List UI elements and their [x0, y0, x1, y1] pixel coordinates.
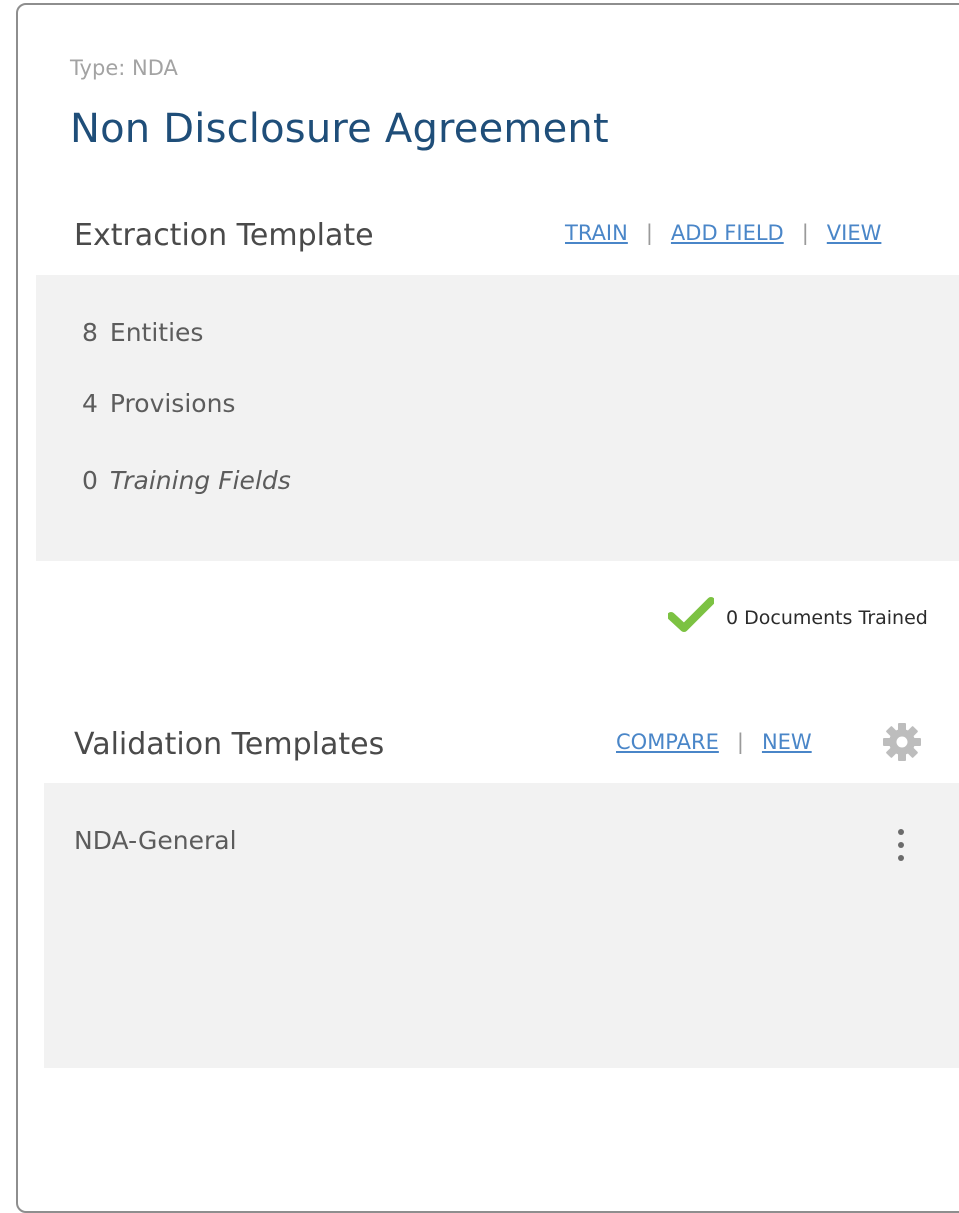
kebab-menu-icon[interactable]: [892, 827, 910, 865]
count-value: 4: [82, 389, 98, 418]
gear-icon[interactable]: [882, 722, 922, 762]
new-link[interactable]: NEW: [762, 730, 812, 754]
count-label: Entities: [109, 318, 204, 347]
documents-trained-text: 0 Documents Trained: [726, 606, 928, 629]
count-label: Provisions: [109, 389, 236, 418]
count-value: 8: [82, 318, 98, 347]
count-entities: 8 Entities: [82, 318, 203, 347]
separator: |: [645, 221, 653, 245]
checkmark-icon: [667, 597, 715, 638]
separator: |: [736, 730, 744, 754]
train-link[interactable]: TRAIN: [565, 221, 628, 245]
count-label: Training Fields: [109, 466, 291, 495]
extraction-template-title: Extraction Template: [74, 218, 374, 253]
compare-link[interactable]: COMPARE: [616, 730, 719, 754]
extraction-actions: TRAIN | ADD FIELD | VIEW: [565, 221, 881, 245]
validation-template-name[interactable]: NDA-General: [74, 826, 237, 855]
count-training-fields: 0 Training Fields: [82, 466, 291, 495]
documents-trained-status: 0 Documents Trained: [667, 597, 928, 638]
separator: |: [801, 221, 809, 245]
add-field-link[interactable]: ADD FIELD: [671, 221, 784, 245]
validation-actions: COMPARE | NEW: [616, 730, 812, 754]
count-value: 0: [82, 466, 98, 495]
view-link[interactable]: VIEW: [827, 221, 882, 245]
document-title: Non Disclosure Agreement: [70, 106, 609, 152]
count-provisions: 4 Provisions: [82, 389, 235, 418]
document-type-label: Type: NDA: [70, 56, 178, 80]
validation-templates-title: Validation Templates: [74, 727, 385, 762]
